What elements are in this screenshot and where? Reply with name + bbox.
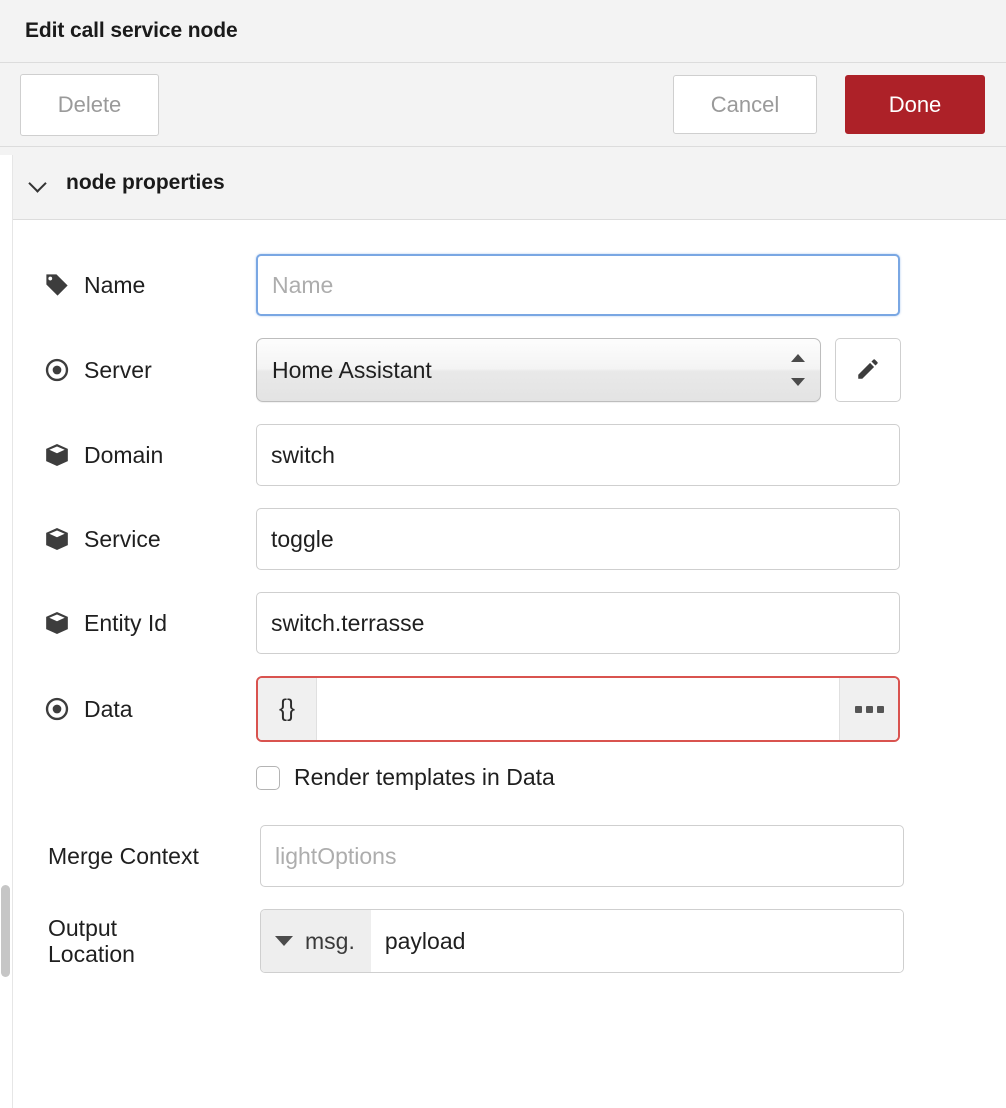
- cancel-button[interactable]: Cancel: [673, 75, 817, 134]
- delete-button[interactable]: Delete: [20, 73, 159, 136]
- form-row-data: Data {}: [0, 676, 1006, 742]
- target-icon: [44, 357, 72, 383]
- entity-id-input[interactable]: [256, 592, 900, 654]
- form-row-merge-context: Merge Context: [0, 825, 1006, 887]
- server-label: Server: [44, 357, 256, 383]
- dialog-action-bar: Delete Cancel Done: [0, 63, 1006, 147]
- server-select-wrapper: Home Assistant: [256, 338, 821, 402]
- target-icon: [44, 696, 72, 722]
- output-location-label: Output Location: [44, 915, 260, 968]
- service-label-text: Service: [84, 525, 161, 552]
- data-label: Data: [44, 696, 256, 722]
- cube-icon: [44, 526, 72, 552]
- domain-input[interactable]: [256, 424, 900, 486]
- data-type-selector[interactable]: {}: [258, 678, 317, 740]
- dialog-titlebar: Edit call service node: [0, 0, 1006, 63]
- server-select[interactable]: Home Assistant: [256, 338, 821, 402]
- data-input[interactable]: [317, 678, 839, 740]
- chevron-down-icon: [28, 172, 50, 194]
- primary-actions-group: Cancel Done: [673, 75, 985, 134]
- node-properties-form: Name Server Home Assistant: [0, 220, 1006, 1108]
- render-templates-row: Render templates in Data: [0, 764, 1006, 791]
- service-label: Service: [44, 526, 256, 552]
- name-label-text: Name: [84, 271, 146, 298]
- form-row-server: Server Home Assistant: [0, 338, 1006, 402]
- domain-label: Domain: [44, 442, 256, 468]
- dialog-title: Edit call service node: [25, 19, 238, 42]
- pencil-icon: [855, 356, 881, 385]
- merge-context-label: Merge Context: [44, 843, 260, 869]
- form-row-entity-id: Entity Id: [0, 592, 1006, 654]
- node-properties-title: node properties: [66, 171, 225, 194]
- cube-icon: [44, 610, 72, 636]
- output-location-label-text: Output Location: [48, 914, 135, 967]
- name-input[interactable]: [256, 254, 900, 316]
- form-row-domain: Domain: [0, 424, 1006, 486]
- tag-icon: [44, 272, 72, 298]
- form-row-service: Service: [0, 508, 1006, 570]
- ellipsis-icon: [854, 705, 884, 713]
- data-label-text: Data: [84, 695, 133, 722]
- merge-context-input[interactable]: [260, 825, 904, 887]
- server-label-text: Server: [84, 356, 152, 383]
- merge-context-label-text: Merge Context: [48, 842, 199, 869]
- domain-label-text: Domain: [84, 441, 164, 468]
- form-row-output-location: Output Location msg.: [0, 909, 1006, 973]
- output-location-type-selector[interactable]: msg.: [261, 910, 371, 972]
- output-location-type-text: msg.: [305, 927, 355, 954]
- edit-call-service-node-dialog: Edit call service node Delete Cancel Don…: [0, 0, 1006, 1108]
- name-label: Name: [44, 272, 256, 298]
- vertical-scrollbar[interactable]: [0, 155, 13, 1108]
- cube-icon: [44, 442, 72, 468]
- edit-server-button[interactable]: [835, 338, 901, 402]
- render-templates-label[interactable]: Render templates in Data: [294, 764, 555, 791]
- render-templates-checkbox[interactable]: [256, 765, 280, 790]
- output-location-input[interactable]: [370, 910, 903, 972]
- entity-id-label: Entity Id: [44, 610, 256, 636]
- data-input-group: {}: [256, 676, 900, 742]
- node-properties-section-header[interactable]: node properties: [0, 147, 1006, 220]
- done-button[interactable]: Done: [845, 75, 985, 134]
- form-row-name: Name: [0, 254, 1006, 316]
- scrollbar-thumb[interactable]: [1, 885, 10, 977]
- entity-id-label-text: Entity Id: [84, 609, 168, 636]
- caret-down-icon: [275, 936, 293, 946]
- data-expand-button[interactable]: [839, 678, 898, 740]
- service-input[interactable]: [256, 508, 900, 570]
- output-location-group: msg.: [260, 909, 904, 973]
